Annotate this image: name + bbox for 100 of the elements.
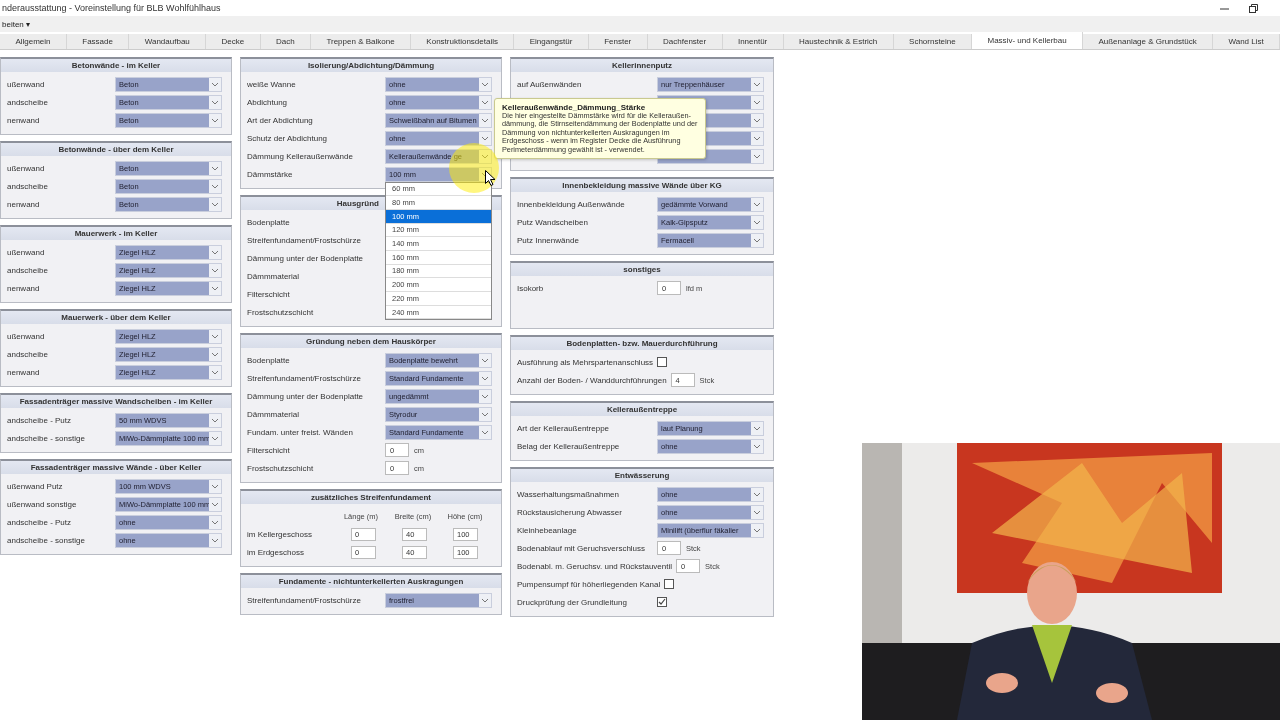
chevron-down-icon <box>209 515 221 529</box>
chevron-down-icon <box>751 113 763 127</box>
chevron-down-icon <box>479 113 491 127</box>
chevron-down-icon <box>479 371 491 385</box>
field-label: Abdichtung <box>247 97 289 107</box>
field-label: Putz Innenwände <box>517 235 580 245</box>
field-label: Ausführung als Mehrspartenanschluss <box>517 357 654 367</box>
chevron-down-icon <box>479 353 491 367</box>
field-label: Dämmung unter der Bodenplatte <box>247 391 365 401</box>
chevron-down-icon <box>751 439 763 453</box>
section-title: Mauerwerk - über dem Keller <box>1 311 231 324</box>
field-label: Art der Abdichtung <box>247 115 314 125</box>
field-label: Schutz der Abdichtung <box>247 133 329 143</box>
field-label: weiße Wanne <box>247 79 297 89</box>
checkbox[interactable] <box>657 357 668 367</box>
chevron-down-icon <box>751 215 763 229</box>
field-label: Bodenabl. m. Geruchsv. und Rückstauventil <box>517 561 673 571</box>
field-label: Pumpensumpf für höherliegenden Kanal <box>517 579 661 589</box>
checkbox[interactable] <box>664 579 675 589</box>
field-label: Isokorb <box>517 283 545 293</box>
field-label: Dämmstärke <box>247 169 294 179</box>
checkbox[interactable] <box>657 597 667 607</box>
chevron-down-icon <box>751 95 763 109</box>
field-label: im Kellergeschoss <box>247 529 313 539</box>
field-label: im Erdgeschoss <box>247 547 305 557</box>
chevron-down-icon <box>751 233 763 247</box>
field-label: andscheibe <box>7 349 49 359</box>
chevron-down-icon <box>209 161 221 175</box>
section-title: Isolierung/Abdichtung/Dämmung <box>241 59 501 72</box>
field-label: Art der Kelleraußentreppe <box>517 423 611 433</box>
chevron-down-icon <box>751 487 763 501</box>
field-label: ußenwand <box>7 79 46 89</box>
chevron-down-icon <box>479 131 491 145</box>
chevron-down-icon <box>751 421 763 435</box>
section-title: Fassadenträger massive Wandscheiben - im Keller <box>1 395 231 408</box>
field-label: Dämmmaterial <box>247 409 300 419</box>
field-label: Dämmung unter der Bodenplatte <box>247 253 365 263</box>
field-label: Streifenfundament/Frostschürze <box>247 235 362 245</box>
field-label: ußenwand sonstige <box>7 499 78 509</box>
section-title: zusätzliches Streifenfundament <box>241 491 501 504</box>
chevron-down-icon <box>209 95 221 109</box>
chevron-down-icon <box>479 593 491 607</box>
chevron-down-icon <box>479 77 491 91</box>
tab[interactable]: Massiv- und Kellerbau <box>972 32 1084 49</box>
field-label: andscheibe - Putz <box>7 415 73 425</box>
field-label: nenwand <box>7 115 41 125</box>
field-label: andscheibe <box>7 97 49 107</box>
field-label: nenwand <box>7 283 41 293</box>
restore-icon[interactable] <box>1249 3 1258 13</box>
chevron-down-icon <box>209 431 221 445</box>
field-label: Druckprüfung der Grundleitung <box>517 597 628 607</box>
field-label: Putz Wandscheiben <box>517 217 589 227</box>
chevron-down-icon <box>751 197 763 211</box>
section-title: sonstiges <box>511 263 773 276</box>
section-title: Kellerinnenputz <box>511 59 773 72</box>
field-label: andscheibe <box>7 265 49 275</box>
chevron-down-icon <box>751 77 763 91</box>
field-label: Filterschicht <box>247 289 291 299</box>
field-label: nenwand <box>7 367 41 377</box>
section-title: Fundamente - nichtunterkellerten Auskragungen <box>241 575 501 588</box>
chevron-down-icon <box>209 197 221 211</box>
chevron-down-icon <box>209 413 221 427</box>
field-label: Bodenplatte <box>247 217 291 227</box>
chevron-down-icon <box>209 479 221 493</box>
chevron-down-icon <box>751 523 763 537</box>
field-label: Belag der Kelleraußentreppe <box>517 441 621 451</box>
chevron-down-icon <box>209 113 221 127</box>
field-label: Bodenplatte <box>247 355 291 365</box>
section-title: Entwässerung <box>511 469 773 482</box>
chevron-down-icon <box>209 179 221 193</box>
menu-item[interactable]: beiten ▾ <box>2 19 31 29</box>
field-label: ußenwand <box>7 163 46 173</box>
chevron-down-icon <box>209 329 221 343</box>
field-label: Rückstausicherung Abwasser <box>517 507 623 517</box>
field-label: Fundam. unter freist. Wänden <box>247 427 354 437</box>
field-label: andscheibe - Putz <box>7 517 73 527</box>
field-label: Frostschutzschicht <box>247 463 315 473</box>
section-title: Betonwände - über dem Keller <box>1 143 231 156</box>
section-title: Betonwände - im Keller <box>1 59 231 72</box>
chevron-down-icon <box>751 505 763 519</box>
chevron-down-icon <box>479 407 491 421</box>
chevron-down-icon <box>751 131 763 145</box>
field-label: Streifenfundament/Frostschürze <box>247 595 362 605</box>
field-label: andscheibe <box>7 181 49 191</box>
field-label: Kleinhebeanlage <box>517 525 578 535</box>
chevron-down-icon <box>209 533 221 547</box>
chevron-down-icon <box>751 149 763 163</box>
field-label: Wasserhaltungsmaßnahmen <box>517 489 620 499</box>
chevron-down-icon <box>209 281 221 295</box>
field-label: Filterschicht <box>247 445 291 455</box>
checkmark-icon <box>658 598 666 606</box>
field-label: ußenwand <box>7 331 46 341</box>
field-label: Frostschutzschicht <box>247 307 315 317</box>
section-title: Bodenplatten- bzw. Mauerdurchführung <box>511 337 773 350</box>
field-label: Streifenfundament/Frostschürze <box>247 373 362 383</box>
chevron-down-icon <box>209 347 221 361</box>
section-title: Kelleraußentreppe <box>511 403 773 416</box>
chevron-down-icon <box>209 77 221 91</box>
chevron-down-icon <box>209 365 221 379</box>
field-label: andscheibe - sonstige <box>7 433 86 443</box>
